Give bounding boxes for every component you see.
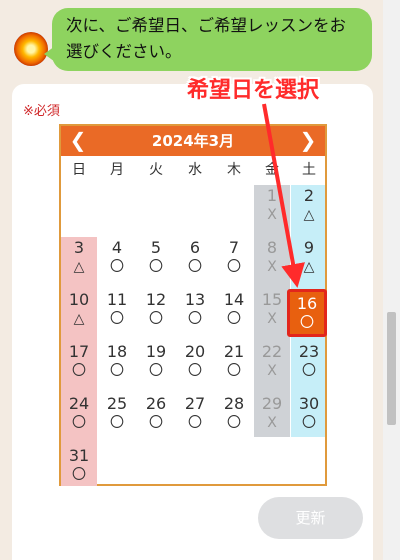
annotation-label: 希望日を選択 xyxy=(187,78,320,103)
